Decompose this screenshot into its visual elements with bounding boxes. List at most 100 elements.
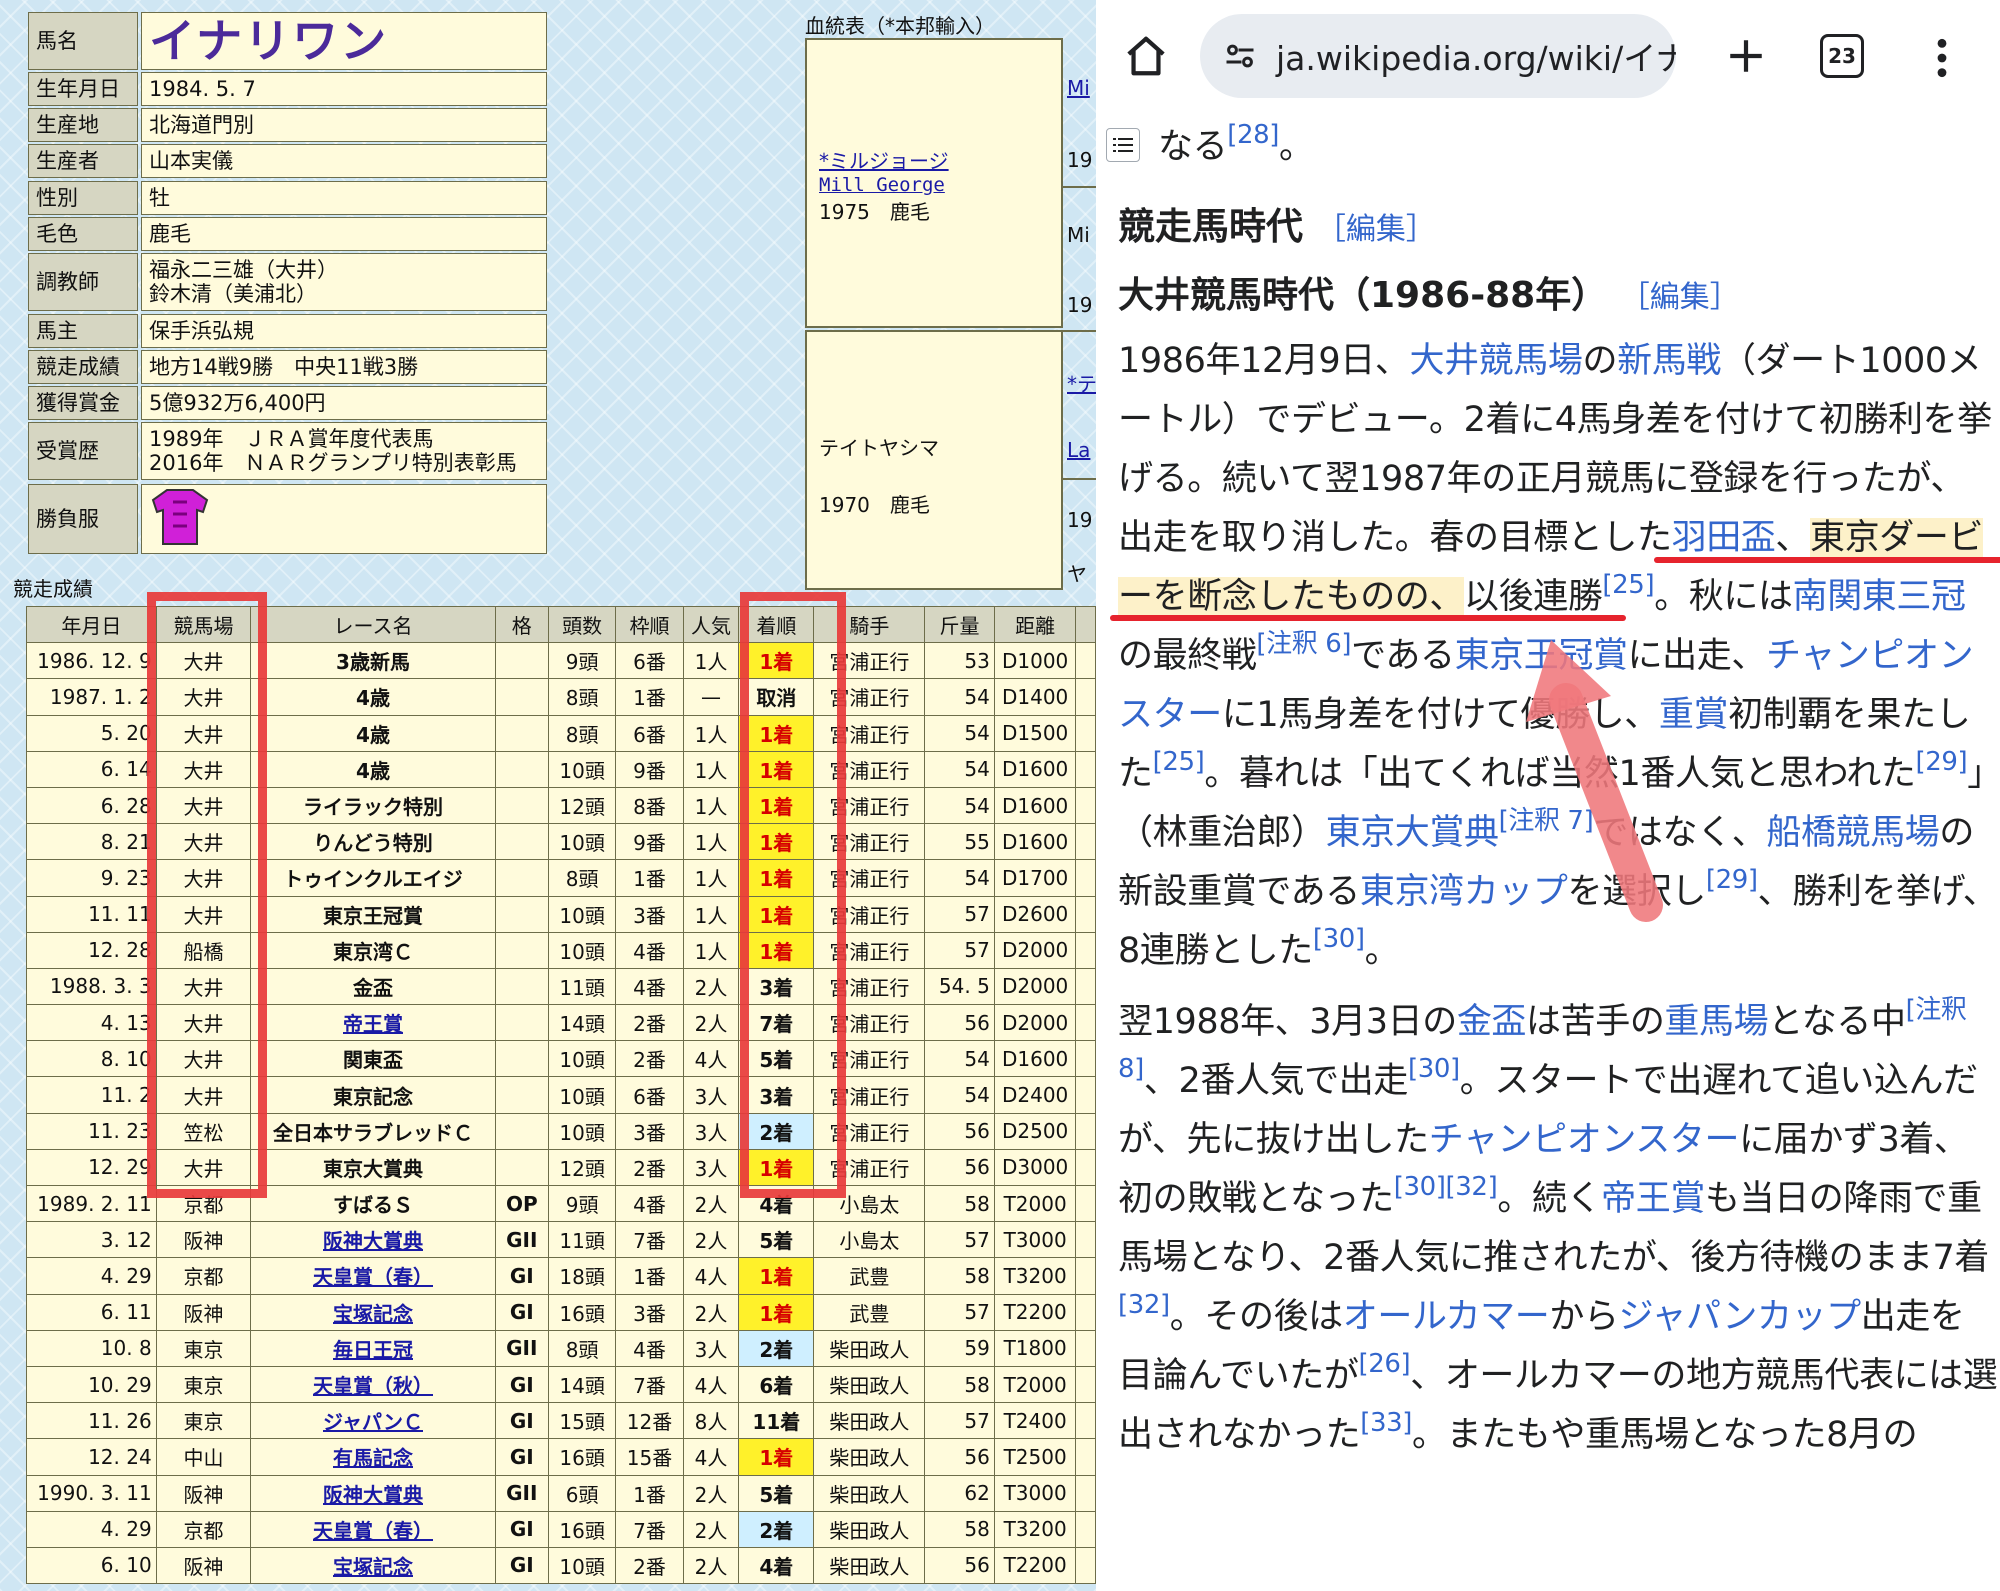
race-name: ジャパンＣ: [250, 1402, 496, 1440]
race-record-caption: 競走成績: [13, 577, 93, 601]
grade: GI: [494, 1402, 549, 1440]
distance: T2400: [993, 1402, 1077, 1440]
sire-english-link[interactable]: Mill George: [819, 174, 1061, 196]
popularity: 4人: [682, 1040, 740, 1078]
distance: T2000: [993, 1184, 1077, 1223]
venue: 東京: [155, 1365, 252, 1404]
pedigree-ancestor-link[interactable]: Mi: [1067, 76, 1090, 100]
popularity: 2人: [682, 1510, 740, 1548]
race-name-link[interactable]: ジャパンＣ: [323, 1410, 423, 1434]
dam-info: 1970 鹿毛: [819, 493, 930, 517]
weight: 57: [924, 1402, 995, 1440]
field-size: 10頭: [547, 823, 617, 861]
column-header: 斤量: [924, 605, 995, 644]
distance: T1800: [993, 1329, 1077, 1367]
finish: 11着: [738, 1402, 815, 1440]
jockey: 柴田政人: [813, 1510, 926, 1548]
profile-label: 生年月日: [28, 72, 138, 106]
race-name-link[interactable]: 天皇賞（春）: [313, 1265, 433, 1289]
field-size: 10頭: [547, 1040, 617, 1078]
grade: GI: [494, 1510, 549, 1548]
column-header: 年月日: [26, 605, 157, 644]
pedigree-ancestor-text: Mi: [1067, 223, 1090, 247]
distance: D1500: [993, 714, 1077, 752]
clipped-cell: [1075, 1474, 1096, 1512]
race-name: 関東盃: [250, 1040, 496, 1078]
finish: 1着: [738, 1293, 815, 1331]
profile-value-line: 鈴木清（美浦北）: [149, 282, 317, 306]
distance: D1000: [993, 642, 1077, 680]
grade: GI: [494, 1293, 549, 1331]
grade: GI: [494, 1257, 549, 1295]
post-position: 9番: [615, 823, 684, 861]
clipped-cell: [1075, 714, 1096, 752]
weight: 56: [924, 1112, 995, 1150]
race-name: 金盃: [250, 967, 496, 1006]
finish: 6着: [738, 1365, 815, 1404]
profile-value: [141, 484, 547, 554]
race-name-link[interactable]: 毎日王冠: [333, 1338, 413, 1362]
finish: 2着: [738, 1510, 815, 1548]
profile-value: 牡: [141, 181, 547, 215]
race-name-link[interactable]: 阪神大賞典: [323, 1229, 423, 1253]
race-name: 天皇賞（春）: [250, 1510, 496, 1548]
post-position: 1番: [615, 859, 684, 897]
race-name-link[interactable]: 宝塚記念: [333, 1555, 413, 1579]
race-name: 全日本サラブレッドＣ: [250, 1112, 496, 1150]
post-position: 4番: [615, 1329, 684, 1367]
field-size: 9頭: [547, 1184, 617, 1223]
popularity: 1人: [682, 642, 740, 680]
weight: 54: [924, 786, 995, 825]
race-date: 8. 21: [26, 823, 157, 861]
distance: D2000: [993, 931, 1077, 969]
pedigree-ancestor-link[interactable]: La: [1067, 438, 1090, 462]
weight: 56: [924, 1438, 995, 1476]
post-position: 1番: [615, 678, 684, 716]
race-name-link[interactable]: 阪神大賞典: [323, 1483, 423, 1507]
weight: 56: [924, 1148, 995, 1187]
post-position: 12番: [615, 1402, 684, 1440]
post-position: 15番: [615, 1438, 684, 1476]
grade: [494, 1076, 549, 1114]
venue: 阪神: [155, 1474, 252, 1512]
grade: [494, 967, 549, 1006]
profile-value: 地方14戦9勝 中央11戦3勝: [141, 350, 547, 384]
race-name-link[interactable]: 宝塚記念: [333, 1302, 413, 1326]
pedigree-ancestor-link[interactable]: *テ: [1067, 368, 1096, 397]
weight: 54. 5: [924, 967, 995, 1006]
clipped-cell: [1075, 642, 1096, 680]
race-date: 9. 23: [26, 859, 157, 897]
sire-name-link[interactable]: *ミルジョージ: [819, 145, 1061, 174]
grade: [494, 859, 549, 897]
field-size: 8頭: [547, 859, 617, 897]
post-position: 3番: [615, 1293, 684, 1331]
distance: T2000: [993, 1365, 1077, 1404]
race-name: すばるＳ: [250, 1184, 496, 1223]
distance: D1600: [993, 786, 1077, 825]
race-name: 有馬記念: [250, 1438, 496, 1476]
finish: 4着: [738, 1546, 815, 1585]
popularity: 2人: [682, 1546, 740, 1585]
jockey: 武豊: [813, 1293, 926, 1331]
profile-value-line: 2016年 ＮＡＲグランプリ特別表彰馬: [149, 451, 517, 475]
profile-value-line: 1989年 ＪＲＡ賞年度代表馬: [149, 426, 434, 451]
clipped-cell: [1075, 1184, 1096, 1223]
pedigree-ancestor-text: 19: [1067, 293, 1093, 317]
profile-label: 獲得賞金: [28, 386, 138, 420]
race-name-link[interactable]: 帝王賞: [343, 1012, 403, 1036]
dam-name: テイトヤシマ: [819, 436, 939, 460]
post-position: 8番: [615, 786, 684, 825]
race-name-link[interactable]: 天皇賞（春）: [313, 1519, 433, 1543]
race-name-link[interactable]: 天皇賞（秋）: [313, 1374, 433, 1398]
grade: [494, 1148, 549, 1187]
post-position: 2番: [615, 1040, 684, 1078]
horse-profile-table: 馬名 イナリワン 生年月日 1984. 5. 7 生産地 北海道門別 生産者 山本実儀 性別牡毛…: [0, 0, 560, 560]
clipped-cell: [1075, 1040, 1096, 1078]
race-name: 東京王冠賞: [250, 895, 496, 933]
race-name-link[interactable]: 有馬記念: [333, 1446, 413, 1470]
popularity: 2人: [682, 1474, 740, 1512]
wikipedia-mobile-page: ja.wikipedia.org/wiki/イナ 23 なる[28]。 競走馬時…: [1096, 0, 2000, 1591]
race-date: 12. 24: [26, 1438, 157, 1476]
post-position: 2番: [615, 1004, 684, 1042]
popularity: 2人: [682, 1184, 740, 1223]
